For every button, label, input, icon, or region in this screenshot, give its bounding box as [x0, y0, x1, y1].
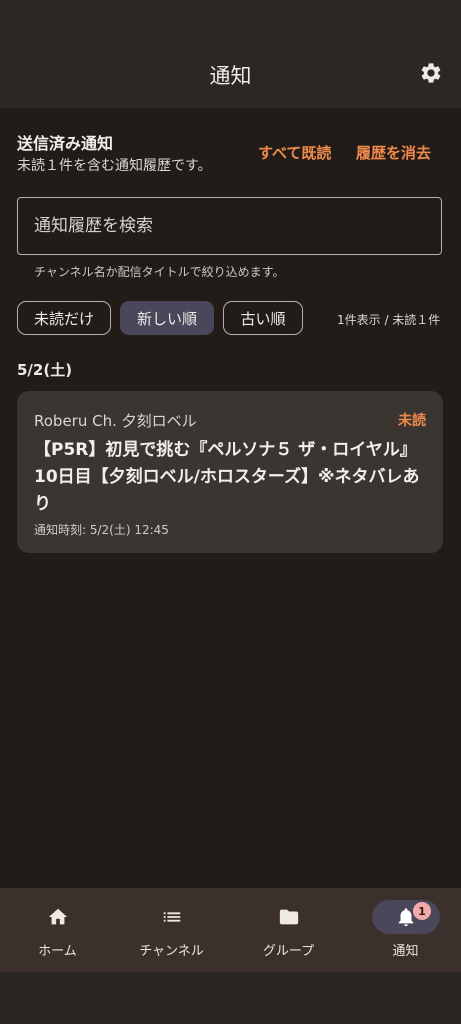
nav-channels-label: チャンネル	[139, 944, 204, 959]
nav-active-indicator	[372, 900, 440, 934]
notification-title: 【P5R】初見で挑む『ペルソナ５ ザ・ロイヤル』10日目【夕刻ロベル/ホロスター…	[34, 440, 420, 514]
notification-card[interactable]: Roberu Ch. 夕刻ロベル 未読 【P5R】初見で挑む『ペルソナ５ ザ・ロ…	[17, 391, 443, 553]
mark-all-read-button[interactable]: すべて既読	[258, 142, 331, 163]
system-bar-area	[0, 972, 461, 1024]
notification-channel: Roberu Ch. 夕刻ロベル	[34, 412, 197, 430]
notification-count-badge: 1	[413, 902, 431, 920]
nav-home[interactable]: ホーム	[0, 888, 115, 972]
nav-notifications-label: 通知	[392, 944, 419, 959]
section-title: 送信済み通知	[17, 134, 114, 153]
sort-newest-chip[interactable]: 新しい順	[120, 301, 214, 335]
page-title: 通知	[209, 64, 252, 88]
list-icon	[163, 912, 180, 922]
date-group-header: 5/2(土)	[17, 361, 73, 379]
clear-history-button[interactable]: 履歴を消去	[356, 142, 431, 163]
search-helper-text: チャンネル名か配信タイトルで絞り込めます。	[34, 265, 285, 279]
search-input[interactable]	[17, 197, 442, 255]
folder-icon	[279, 909, 298, 925]
gear-icon	[421, 63, 441, 83]
unread-badge: 未読	[398, 413, 426, 429]
nav-groups-label: グループ	[262, 944, 315, 959]
nav-channels[interactable]: チャンネル	[114, 888, 229, 972]
result-count: 1件表示 / 未読１件	[337, 313, 441, 327]
sort-oldest-chip[interactable]: 古い順	[223, 301, 303, 335]
section-subtitle: 未読１件を含む通知履歴です。	[17, 158, 212, 174]
app-header: 通知	[0, 0, 461, 108]
home-icon	[48, 908, 67, 925]
notification-time: 通知時刻: 5/2(土) 12:45	[34, 523, 169, 537]
settings-button[interactable]	[418, 60, 444, 86]
nav-home-label: ホーム	[38, 944, 77, 959]
nav-groups[interactable]: グループ	[231, 888, 346, 972]
filter-unread-only[interactable]: 未読だけ	[17, 301, 111, 335]
